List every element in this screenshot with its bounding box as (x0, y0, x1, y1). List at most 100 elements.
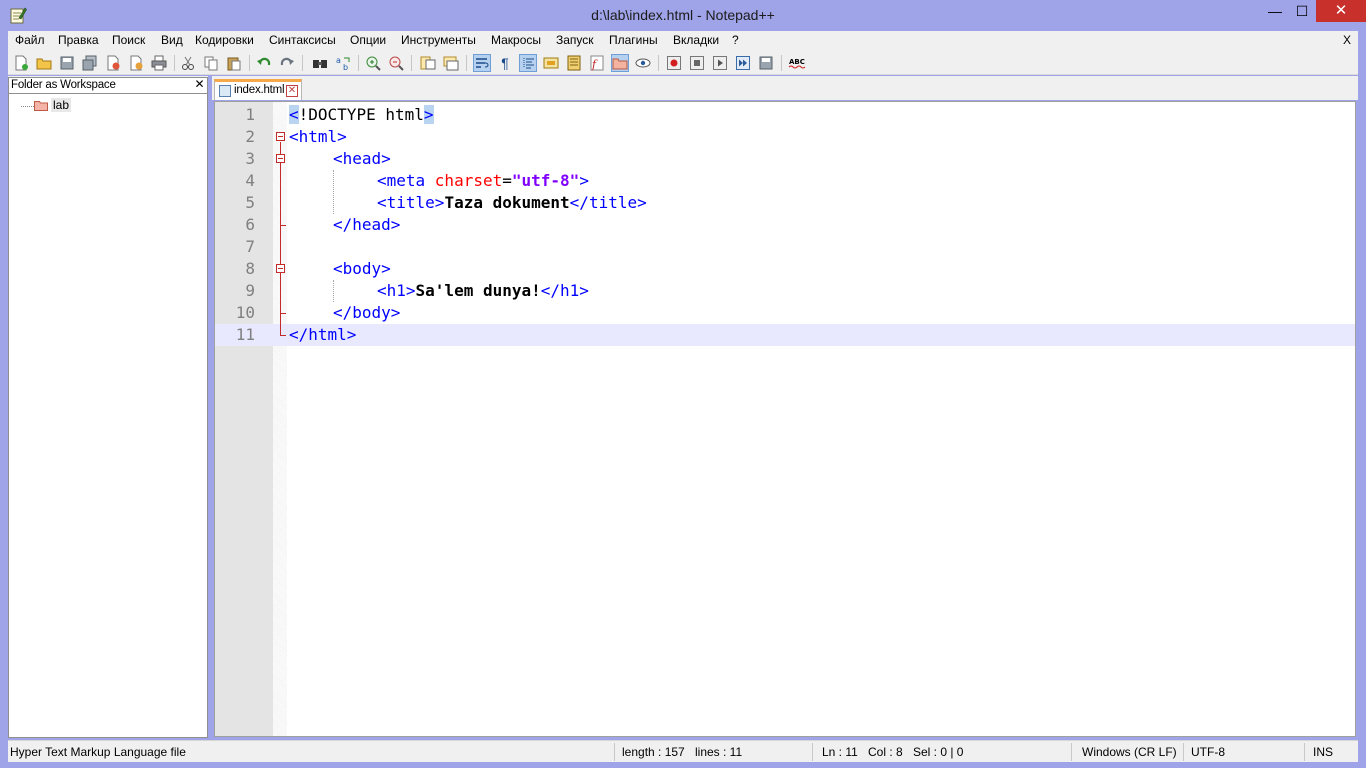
code-text: <!DOCTYPE html> (289, 104, 434, 126)
tab-index-html[interactable]: index.html ✕ (214, 79, 302, 100)
save-all-icon[interactable] (81, 54, 99, 72)
attribute-name: charset (434, 171, 503, 190)
toolbar-separator (658, 55, 659, 71)
menu-file[interactable]: Файл (15, 33, 45, 47)
redo-icon[interactable] (278, 54, 296, 72)
open-file-icon[interactable] (35, 54, 53, 72)
cut-icon[interactable] (179, 54, 197, 72)
zoom-in-icon[interactable] (364, 54, 382, 72)
code-text: </head> (333, 214, 400, 236)
status-file-type: Hyper Text Markup Language file (10, 745, 186, 759)
paste-icon[interactable] (225, 54, 243, 72)
status-eol[interactable]: Windows (CR LF) (1082, 745, 1177, 759)
line-number: 2 (245, 127, 255, 146)
equals-sign: = (502, 171, 512, 190)
save-icon[interactable] (58, 54, 76, 72)
tab-bar: index.html ✕ (212, 76, 1358, 100)
function-list-icon[interactable]: f (588, 54, 606, 72)
menu-run[interactable]: Запуск (556, 33, 594, 47)
undo-icon[interactable] (255, 54, 273, 72)
user-defined-language-icon[interactable] (542, 54, 560, 72)
print-icon[interactable] (150, 54, 168, 72)
menu-encoding[interactable]: Кодировки (195, 33, 254, 47)
code-text: <html> (289, 126, 347, 148)
indent-guide (333, 280, 334, 302)
status-sel: Sel : 0 | 0 (913, 745, 964, 759)
code-editor[interactable]: 1 <!DOCTYPE html> 2 <html> 3 <head> 4 <m… (214, 101, 1356, 737)
title-bar: d:\lab\index.html - Notepad++ — ☐ ✕ (0, 0, 1366, 31)
fold-toggle-body[interactable] (276, 264, 285, 273)
menu-macro[interactable]: Макросы (491, 33, 541, 47)
show-all-chars-icon[interactable]: ¶ (496, 54, 514, 72)
new-file-icon[interactable] (12, 54, 30, 72)
indent-guide (333, 170, 334, 214)
line-number: 9 (245, 281, 255, 300)
maximize-button[interactable]: ☐ (1289, 0, 1315, 22)
line-number: 10 (235, 303, 255, 322)
sync-vertical-icon[interactable] (419, 54, 437, 72)
status-insert-mode[interactable]: INS (1313, 745, 1333, 759)
playback-macro-icon[interactable] (711, 54, 729, 72)
status-encoding[interactable]: UTF-8 (1191, 745, 1225, 759)
status-length: length : 157 (622, 745, 685, 759)
run-macro-multiple-icon[interactable] (734, 54, 752, 72)
menu-language[interactable]: Синтаксисы (269, 33, 336, 47)
line-number: 5 (245, 193, 255, 212)
menu-search[interactable]: Поиск (112, 33, 145, 47)
line-number: 1 (245, 105, 255, 124)
close-all-icon[interactable] (127, 54, 145, 72)
toolbar-separator (781, 55, 782, 71)
stop-recording-icon[interactable] (688, 54, 706, 72)
panel-close-button[interactable]: ✕ (194, 78, 205, 91)
head-close-tag: </head> (333, 215, 401, 234)
head-open-tag: <head> (333, 149, 391, 168)
doctype-text: !DOCTYPE html (298, 105, 424, 124)
sync-horizontal-icon[interactable] (442, 54, 460, 72)
tab-close-icon[interactable]: ✕ (286, 85, 298, 97)
code-line: 9 <h1>Sa'lem dunya!</h1> (215, 280, 1355, 302)
line-number: 11 (235, 325, 255, 344)
code-text: <meta charset="utf-8"> (377, 170, 589, 192)
svg-text:b: b (343, 63, 348, 71)
menu-help[interactable]: ? (732, 33, 739, 47)
status-ln: Ln : 11 (822, 745, 858, 759)
fold-toggle-head[interactable] (276, 154, 285, 163)
h1-close-tag: </h1> (540, 281, 589, 300)
spell-check-icon[interactable]: ABC (788, 54, 806, 72)
code-text: </body> (333, 302, 400, 324)
fold-end-marker (280, 225, 286, 226)
code-line-current: 11 </html> (215, 324, 1355, 346)
code-text: </html> (289, 324, 356, 346)
h1-text: Sa'lem dunya! (415, 281, 541, 300)
line-number: 4 (245, 171, 255, 190)
menu-plugins[interactable]: Плагины (609, 33, 658, 47)
save-macro-icon[interactable] (757, 54, 775, 72)
document-map-icon[interactable] (565, 54, 583, 72)
menu-edit[interactable]: Правка (58, 33, 99, 47)
close-window-button[interactable]: ✕ (1316, 0, 1366, 22)
monitoring-icon[interactable] (634, 54, 652, 72)
status-separator (812, 743, 813, 761)
toolbar-separator (174, 55, 175, 71)
body-open-tag: <body> (333, 259, 391, 278)
folder-as-workspace-icon[interactable] (611, 54, 629, 72)
minimize-button[interactable]: — (1262, 0, 1288, 22)
replace-icon[interactable]: ab (334, 54, 352, 72)
fold-toggle-html[interactable] (276, 132, 285, 141)
find-icon[interactable] (311, 54, 329, 72)
copy-icon[interactable] (202, 54, 220, 72)
record-macro-icon[interactable] (665, 54, 683, 72)
code-line: 1 <!DOCTYPE html> (215, 104, 1355, 126)
close-icon[interactable] (104, 54, 122, 72)
close-document-button[interactable]: X (1343, 33, 1351, 47)
title-open-tag: <title> (377, 193, 445, 212)
menu-settings[interactable]: Опции (350, 33, 386, 47)
menu-window[interactable]: Вкладки (673, 33, 719, 47)
menu-view[interactable]: Вид (161, 33, 183, 47)
tree-item-lab[interactable]: lab (51, 98, 72, 112)
menu-tools[interactable]: Инструменты (401, 33, 476, 47)
zoom-out-icon[interactable] (387, 54, 405, 72)
indent-guide-icon[interactable] (519, 54, 537, 72)
word-wrap-icon[interactable] (473, 54, 491, 72)
code-text: <title>Taza dokument</title> (377, 192, 647, 214)
